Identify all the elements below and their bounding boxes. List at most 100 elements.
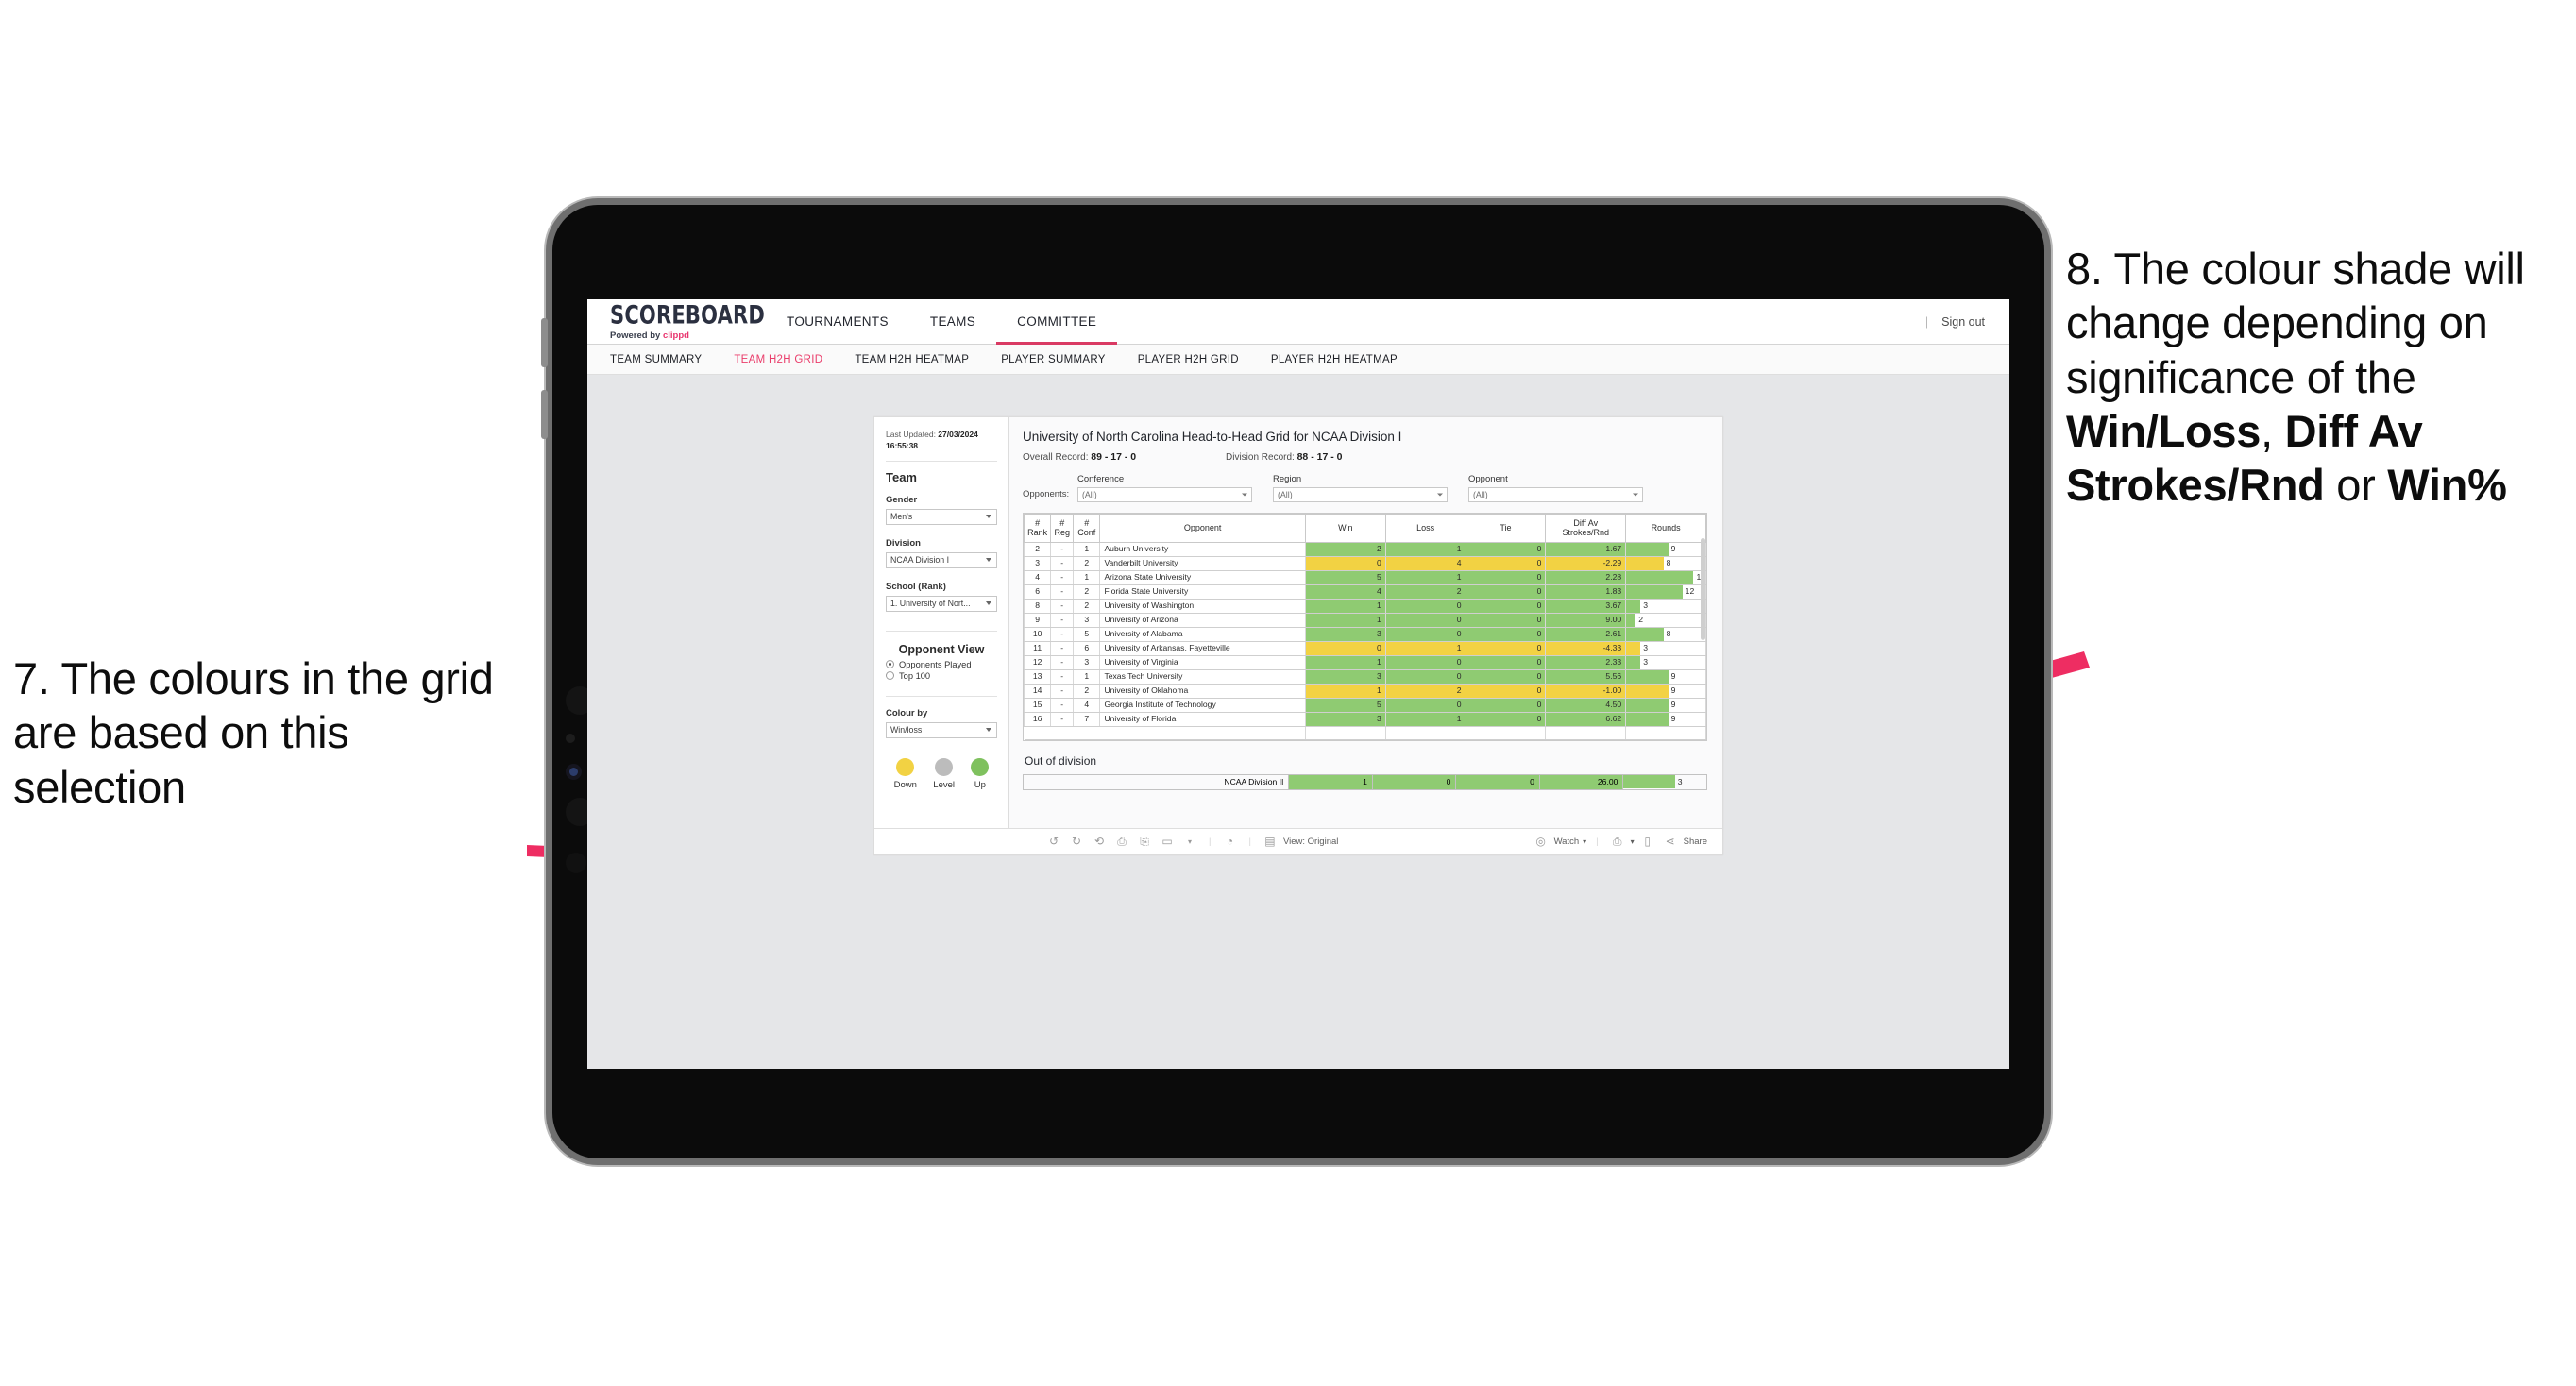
nav-committee[interactable]: COMMITTEE (996, 299, 1117, 345)
table-row[interactable]: 2-1 Auburn University 2 1 0 1.67 9 (1023, 542, 1706, 557)
table-row: NCAA Division II 1 0 0 26.00 3 (1022, 773, 1707, 790)
colour-by-select[interactable]: Win/loss (886, 721, 997, 738)
table-row[interactable]: 4-1Arizona State University5102.2817 (1023, 570, 1706, 585)
cell-conf: 2 (1073, 584, 1101, 600)
cell-conf: 5 (1073, 627, 1101, 642)
signout-area: | Sign out (1925, 299, 1985, 345)
col-rank: # Rank (1023, 514, 1052, 543)
opponent-filter-select[interactable]: (All) (1468, 487, 1643, 502)
tablet-sensor-2 (566, 734, 575, 743)
cell-rank: 8 (1023, 599, 1052, 614)
gender-select[interactable]: Men's (886, 508, 997, 525)
chevron-down-icon[interactable]: ▾ (1180, 837, 1199, 846)
cell-reg: - (1050, 655, 1075, 670)
cell-win: 2 (1304, 542, 1386, 557)
tablet-screen: SCOREBOARD Powered by clippd TOURNAMENTS… (587, 299, 2009, 1069)
cell-rounds: 17 (1625, 570, 1706, 585)
revert-icon[interactable]: ⟲ (1090, 835, 1109, 848)
divider-2 (886, 630, 997, 632)
cell-reg: - (1050, 627, 1075, 642)
download-button[interactable]: ⎙ ▾ (1608, 835, 1635, 849)
conference-filter: Conference (All) (1077, 474, 1252, 502)
cell-rounds: 8 (1625, 556, 1706, 571)
table-row[interactable]: 15-4 Georgia Institute of Technology 5 0 0 4.… (1023, 698, 1706, 713)
share-button[interactable]: ⋖ Share (1661, 835, 1707, 848)
cell-rank: 11 (1023, 641, 1052, 656)
table-row[interactable]: 9-3 University of Arizona 1 0 0 9.00 2 (1023, 613, 1706, 628)
table-row[interactable]: 13-1 Texas Tech University 3 0 0 5.56 9 (1023, 669, 1706, 685)
device-preview-button[interactable]: ▯ (1638, 835, 1657, 848)
refresh-icon[interactable]: ⎙ (1112, 835, 1131, 849)
redo-icon[interactable]: ↻ (1067, 835, 1086, 848)
cell-opponent: Florida State University (1099, 584, 1306, 600)
cell-rounds: 12 (1625, 584, 1706, 600)
ood-rounds-value: 3 (1677, 777, 1683, 787)
cell-opponent: Vanderbilt University (1099, 556, 1306, 571)
signout-link[interactable]: Sign out (1941, 315, 1985, 329)
brand-logo[interactable]: SCOREBOARD Powered by clippd (587, 302, 765, 341)
cell-tie: 0 (1465, 613, 1547, 628)
table-empty-space (1024, 726, 1706, 740)
view-icon: ▤ (1264, 835, 1276, 849)
viz-title: University of North Carolina Head-to-Hea… (1023, 430, 1402, 444)
shape-icon[interactable]: ▭ (1158, 835, 1177, 848)
subnav-team-summary[interactable]: TEAM SUMMARY (610, 354, 702, 365)
overall-record-value: 89 - 17 - 0 (1091, 451, 1137, 463)
radio-top-100[interactable]: Top 100 (886, 671, 997, 681)
ood-tie: 0 (1455, 773, 1540, 790)
clock-icon[interactable]: ◔ (1220, 835, 1239, 848)
subnav-team-h2h-heatmap[interactable]: TEAM H2H HEATMAP (855, 354, 969, 365)
chevron-down-icon (986, 515, 991, 519)
team-section-heading: Team (886, 469, 917, 484)
view-original-button[interactable]: ▤ View: Original (1261, 835, 1338, 848)
nav-tournaments[interactable]: TOURNAMENTS (766, 299, 909, 345)
device-icon: ▯ (1644, 835, 1651, 849)
tablet-volume-down-button[interactable] (541, 390, 548, 439)
division-select[interactable]: NCAA Division I (886, 551, 997, 568)
table-row[interactable]: 8-2 University of Washington 1 0 0 3.67 3 (1023, 599, 1706, 614)
conference-filter-select[interactable]: (All) (1077, 487, 1252, 502)
subnav-player-summary[interactable]: PLAYER SUMMARY (1001, 354, 1106, 365)
col-tie: Tie (1465, 514, 1547, 543)
cell-conf: 2 (1073, 599, 1101, 614)
subnav-player-h2h-heatmap[interactable]: PLAYER H2H HEATMAP (1271, 354, 1398, 365)
cell-reg: - (1050, 542, 1075, 557)
table-row[interactable]: 11-6 University of Arkansas, Fayetteville… (1023, 641, 1706, 656)
toolbar-divider-2: | (1248, 836, 1251, 847)
region-filter-select[interactable]: (All) (1273, 487, 1448, 502)
brand-partner: clippd (662, 330, 689, 341)
cell-tie: 0 (1465, 641, 1547, 656)
undo-icon[interactable]: ↺ (1044, 835, 1063, 848)
tablet-volume-up-button[interactable] (541, 318, 548, 367)
share-label: Share (1683, 836, 1707, 847)
table-row[interactable]: 16-7 University of Florida 3 1 0 6.62 9 (1023, 712, 1706, 727)
watch-button[interactable]: ◎ Watch ▾ (1532, 835, 1586, 848)
tablet-device-frame: SCOREBOARD Powered by clippd TOURNAMENTS… (541, 205, 2044, 1158)
cell-loss: 0 (1384, 613, 1466, 628)
gender-label: Gender (886, 494, 918, 505)
school-select[interactable]: 1. University of Nort... (886, 595, 997, 612)
division-record-label: Division Record: (1226, 452, 1297, 463)
subnav-team-h2h-grid[interactable]: TEAM H2H GRID (734, 354, 822, 365)
nav-teams[interactable]: TEAMS (909, 299, 996, 345)
table-row[interactable]: 10-5 University of Alabama 3 0 0 2.61 8 (1023, 627, 1706, 642)
cell-reg: - (1050, 712, 1075, 727)
table-row[interactable]: 14-2 University of Oklahoma 1 2 0 -1.00 9 (1023, 684, 1706, 699)
cell-reg: - (1050, 669, 1075, 685)
pause-icon[interactable]: ⎘ (1135, 835, 1154, 849)
colour-by-value: Win/loss (890, 725, 923, 735)
viz-main: University of North Carolina Head-to-Hea… (1009, 417, 1722, 828)
subnav-player-h2h-grid[interactable]: PLAYER H2H GRID (1138, 354, 1239, 365)
out-of-division-label: Out of division (1025, 753, 1097, 768)
table-row[interactable]: 12-3 University of Virginia 1 0 0 2.33 3 (1023, 655, 1706, 670)
col-rank-line1: # (1035, 518, 1041, 528)
opponent-view-heading: Opponent View (898, 642, 985, 656)
cell-rounds: 3 (1625, 641, 1706, 656)
cell-conf: 4 (1073, 698, 1101, 713)
cell-rounds-value: 3 (1643, 600, 1649, 611)
radio-top-100-label: Top 100 (899, 670, 931, 681)
radio-opponents-played[interactable]: Opponents Played (886, 660, 997, 669)
vertical-scrollbar[interactable] (1701, 538, 1705, 640)
table-row[interactable]: 6-2 Florida State University 4 2 0 1.83 12 (1023, 584, 1706, 600)
table-row[interactable]: 3-2 Vanderbilt University 0 4 0 -2.29 8 (1023, 556, 1706, 571)
